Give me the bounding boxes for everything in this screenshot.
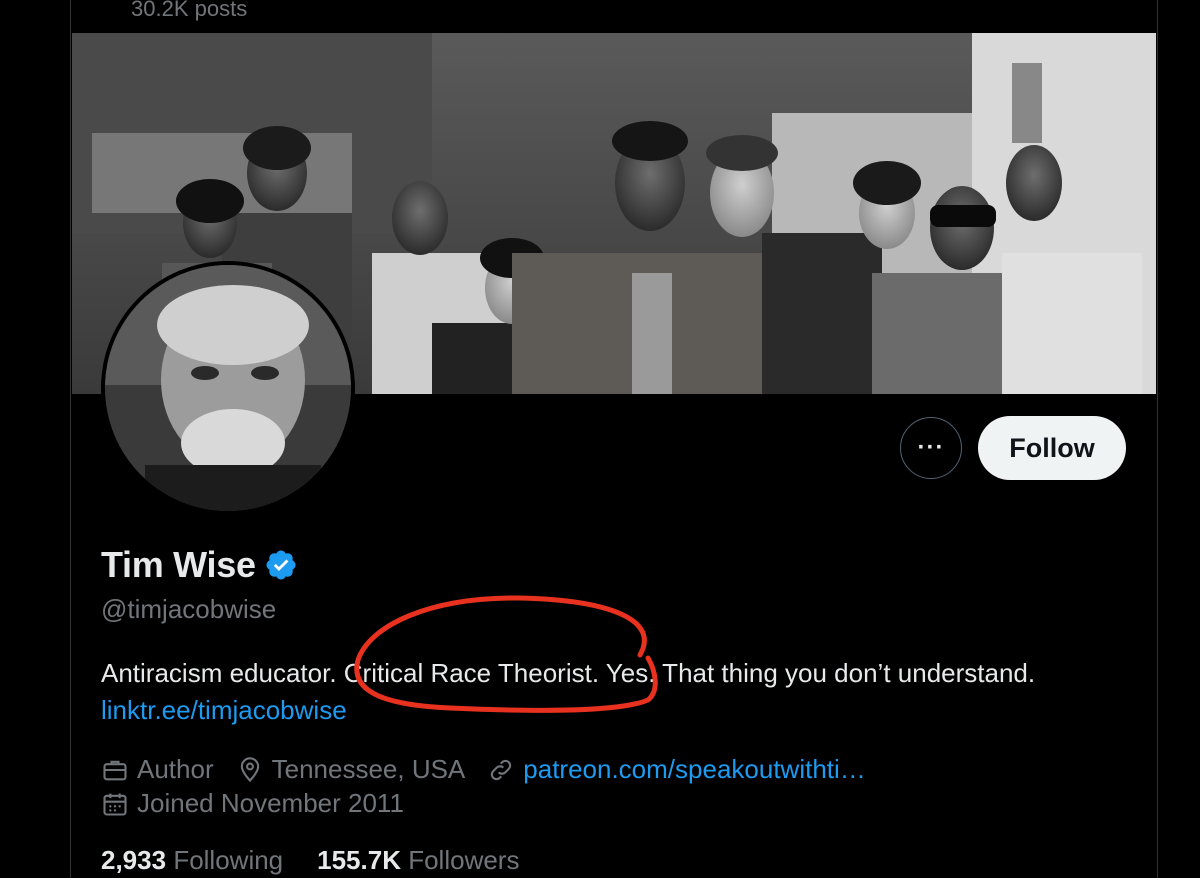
profile-stats: 2,933 Following 155.7K Followers — [101, 845, 553, 876]
profile-handle: @timjacobwise — [101, 594, 277, 624]
profile-column: ··· Follow Tim Wise @timjacobwise Antira… — [70, 0, 1158, 878]
joined-item: Joined November 2011 — [101, 788, 404, 819]
profile-meta-row: Author Tennessee, USA patreon.com/speako… — [101, 754, 888, 785]
joined-row: Joined November 2011 — [101, 788, 426, 819]
briefcase-icon — [103, 760, 127, 780]
followers-count: 155.7K — [317, 845, 401, 875]
website-link[interactable]: patreon.com/speakoutwithti… — [523, 754, 866, 785]
more-icon: ··· — [917, 434, 945, 461]
bio-link[interactable]: linktr.ee/timjacobwise — [101, 695, 347, 726]
name-row: Tim Wise — [101, 544, 298, 586]
location-label: Tennessee, USA — [271, 754, 466, 784]
link-icon — [491, 759, 512, 780]
location-item: Tennessee, USA — [236, 754, 466, 785]
profession-item: Author — [101, 754, 214, 785]
profession-label: Author — [137, 754, 214, 784]
following-label: Following — [173, 845, 284, 875]
avatar-photo — [105, 265, 351, 511]
calendar-icon — [103, 793, 127, 816]
more-options-button[interactable]: ··· — [900, 417, 962, 479]
joined-label: Joined November 2011 — [137, 788, 404, 818]
follow-button-label: Follow — [1009, 432, 1095, 463]
followers-label: Followers — [408, 845, 520, 875]
following-stat[interactable]: 2,933 Following — [101, 845, 283, 876]
display-name: Tim Wise — [101, 544, 256, 585]
website-item[interactable]: patreon.com/speakoutwithti… — [487, 754, 866, 785]
follow-button[interactable]: Follow — [978, 416, 1126, 480]
profile-bio: Antiracism educator. Critical Race Theor… — [101, 658, 1036, 688]
profile-avatar[interactable] — [101, 261, 355, 515]
map-pin-icon — [240, 756, 259, 782]
following-count: 2,933 — [101, 845, 167, 875]
followers-stat[interactable]: 155.7K Followers — [317, 845, 519, 876]
verified-badge-icon[interactable] — [264, 548, 298, 582]
